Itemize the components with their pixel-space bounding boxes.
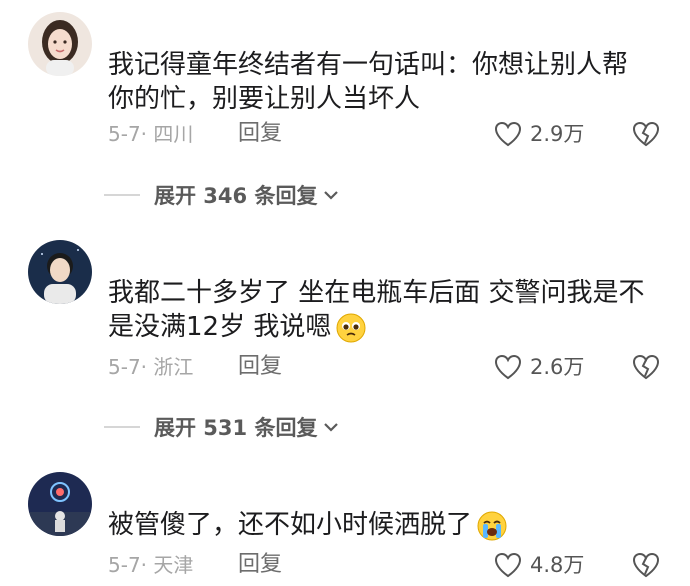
reply-button[interactable]: 回复	[238, 119, 282, 149]
crying-face-emoji	[477, 511, 507, 540]
comment-text-content: 我都二十多岁了 坐在电瓶车后面 交警问我是不是没满12岁 我说嗯	[108, 278, 645, 342]
user-avatar[interactable]	[28, 12, 92, 76]
expand-replies-button[interactable]: 展开 346 条回复	[104, 180, 339, 210]
like-count: 4.8万	[530, 553, 585, 577]
comment-meta: 5-7· 四川 回复 2.9万	[108, 119, 668, 149]
broken-heart-icon	[632, 354, 660, 380]
comment-text: 被管傻了，还不如小时候洒脱了	[108, 508, 648, 542]
dislike-button[interactable]	[632, 552, 660, 586]
heart-outline-icon	[494, 354, 522, 380]
chevron-down-icon	[324, 191, 339, 200]
broken-heart-icon	[632, 121, 660, 147]
expand-replies-label: 展开 531 条回复	[154, 416, 318, 440]
comment-meta: 5-7· 天津 回复 4.8万	[108, 550, 668, 580]
divider-line	[104, 194, 140, 196]
user-avatar[interactable]	[28, 240, 92, 304]
man-portrait-avatar	[28, 240, 92, 304]
chevron-down-icon	[324, 423, 339, 432]
comment-meta: 5-7· 浙江 回复 2.6万	[108, 352, 668, 382]
broken-heart-icon	[632, 552, 660, 578]
reply-button[interactable]: 回复	[238, 550, 282, 580]
comment-date-location: 5-7· 天津	[108, 553, 194, 577]
comment-text: 我记得童年终结者有一句话叫：你想让别人帮你的忙，别要让别人当坏人	[108, 50, 629, 114]
pleading-face-emoji	[336, 313, 366, 342]
comment-text: 我都二十多岁了 坐在电瓶车后面 交警问我是不是没满12岁 我说嗯	[108, 276, 648, 344]
expand-replies-button[interactable]: 展开 531 条回复	[104, 412, 339, 442]
like-count: 2.6万	[530, 355, 585, 379]
night-sky-avatar	[28, 472, 92, 536]
reply-button[interactable]: 回复	[238, 352, 282, 382]
like-button[interactable]: 2.9万	[494, 119, 584, 149]
heart-outline-icon	[494, 552, 522, 578]
like-button[interactable]: 2.6万	[494, 352, 584, 382]
expand-replies-label: 展开 346 条回复	[154, 184, 318, 208]
comment-date-location: 5-7· 四川	[108, 122, 194, 146]
comment-text-content: 被管傻了，还不如小时候洒脱了	[108, 510, 473, 540]
comment-date-location: 5-7· 浙江	[108, 355, 194, 379]
like-count: 2.9万	[530, 122, 585, 146]
divider-line	[104, 426, 140, 428]
dislike-button[interactable]	[632, 354, 660, 388]
woman-portrait-avatar	[28, 12, 92, 76]
user-avatar[interactable]	[28, 472, 92, 536]
dislike-button[interactable]	[632, 121, 660, 155]
like-button[interactable]: 4.8万	[494, 550, 584, 580]
heart-outline-icon	[494, 121, 522, 147]
